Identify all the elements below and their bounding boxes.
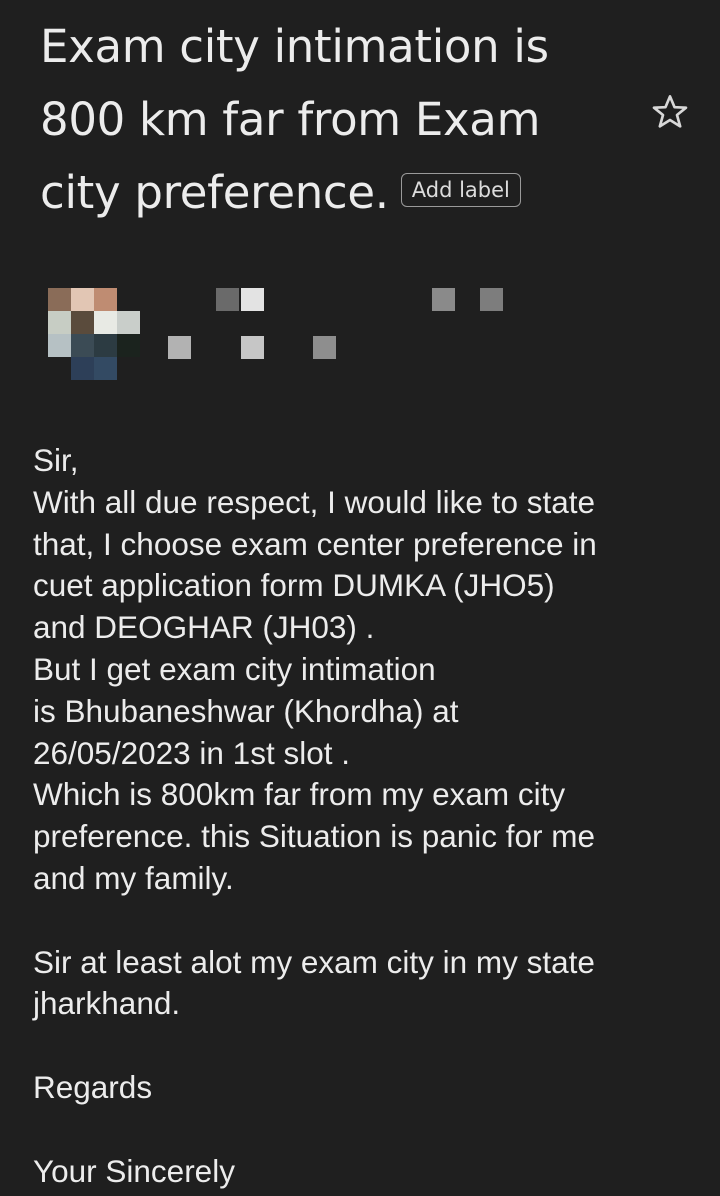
add-label-button[interactable]: Add label bbox=[400, 173, 521, 207]
body-line: With all due respect, I would like to st… bbox=[33, 483, 596, 520]
body-line: 26/05/2023 in 1st slot . bbox=[33, 734, 350, 771]
body-line: Sir at least alot my exam city in my sta… bbox=[33, 943, 595, 980]
subject-line-3: city preference. Add label bbox=[40, 156, 640, 229]
email-subject: Exam city intimation is 800 km far from … bbox=[40, 10, 640, 229]
subject-line-1: Exam city intimation is bbox=[40, 20, 549, 73]
paragraph-1: With all due respect, I would like to st… bbox=[33, 482, 703, 900]
body-line: is Bhubaneshwar (Khordha) at bbox=[33, 692, 459, 729]
body-line: jharkhand. bbox=[33, 985, 181, 1022]
body-line: and my family. bbox=[33, 859, 234, 896]
sender-header[interactable] bbox=[48, 270, 648, 390]
body-line: and DEOGHAR (JH03) . bbox=[33, 609, 375, 646]
email-body: Sir, With all due respect, I would like … bbox=[33, 440, 703, 1192]
body-line: But I get exam city intimation bbox=[33, 650, 436, 687]
body-line: cuet application form DUMKA (JHO5) bbox=[33, 567, 555, 604]
body-line: Which is 800km far from my exam city bbox=[33, 776, 566, 813]
body-line: preference. this Situation is panic for … bbox=[33, 818, 596, 855]
body-line: that, I choose exam center preference in bbox=[33, 525, 597, 562]
subject-line-2: 800 km far from Exam bbox=[40, 93, 541, 146]
greeting: Sir, bbox=[33, 442, 79, 478]
regards: Regards bbox=[33, 1068, 153, 1105]
signoff: Your Sincerely bbox=[33, 1152, 235, 1189]
subject-line-3-text: city preference. bbox=[40, 166, 389, 219]
paragraph-2: Sir at least alot my exam city in my sta… bbox=[33, 942, 703, 1026]
star-icon[interactable] bbox=[650, 92, 690, 132]
